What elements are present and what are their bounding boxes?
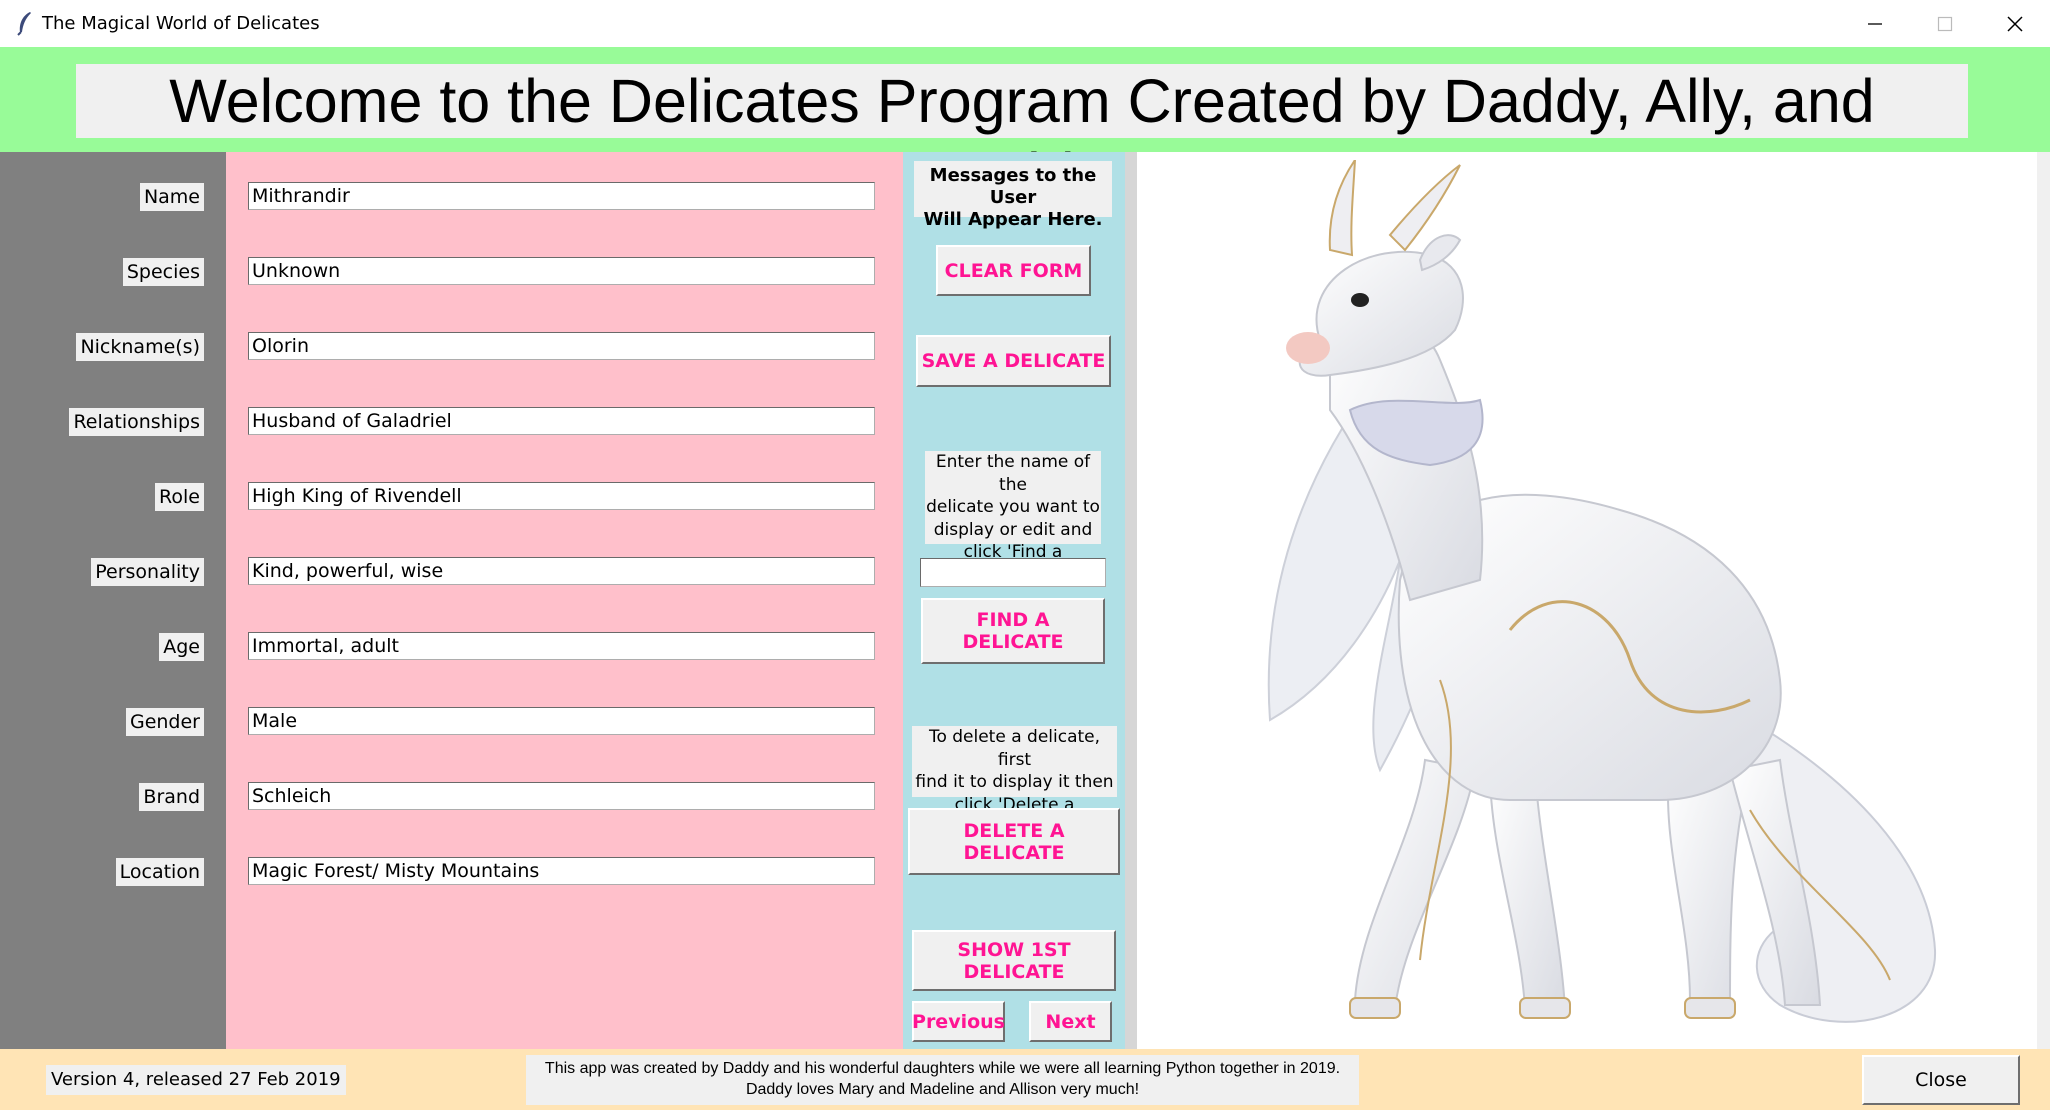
location-label: Location (115, 858, 204, 886)
previous-button[interactable]: Previous (912, 1001, 1005, 1042)
age-label: Age (159, 633, 204, 661)
relationships-field[interactable]: Husband of Galadriel (248, 407, 875, 435)
age-field[interactable]: Immortal, adult (248, 632, 875, 660)
close-button[interactable]: Close (1862, 1055, 2020, 1105)
personality-label: Personality (91, 558, 204, 586)
find-instructions: Enter the name of the delicate you want … (925, 451, 1101, 585)
relationships-label: Relationships (69, 408, 204, 436)
delete-instruction-line: To delete a delicate, first (928, 727, 1101, 770)
maximize-button[interactable] (1910, 0, 1980, 47)
gender-field[interactable]: Male (248, 707, 875, 735)
window-close-button[interactable] (1980, 0, 2050, 47)
delete-delicate-button[interactable]: DELETE A DELICATE (908, 808, 1120, 875)
brand-label: Brand (139, 783, 204, 811)
panel-divider (1125, 152, 1137, 1049)
close-icon (2007, 15, 2023, 32)
feather-icon (17, 12, 31, 36)
find-instruction-line: Enter the name of the (935, 452, 1091, 495)
nicknames-label: Nickname(s) (76, 333, 204, 361)
species-field[interactable]: Unknown (248, 257, 875, 285)
gender-label: Gender (125, 708, 204, 736)
user-message-area: Messages to the User Will Appear Here. (914, 161, 1112, 230)
next-button[interactable]: Next (1029, 1001, 1112, 1042)
role-label: Role (155, 483, 204, 511)
save-delicate-button[interactable]: SAVE A DELICATE (916, 335, 1111, 387)
credits-line: Daddy loves Mary and Madeline and Alliso… (745, 1081, 1140, 1098)
find-instruction-line: delicate you want to (926, 497, 1100, 517)
version-label: Version 4, released 27 Feb 2019 (46, 1065, 346, 1095)
image-panel-edge (2037, 152, 2050, 1049)
delicate-figurine-image (1267, 160, 1937, 1023)
fields-panel (226, 152, 903, 1049)
user-message-line: Messages to the User (929, 165, 1097, 208)
minimize-icon (1868, 22, 1882, 25)
clear-form-button[interactable]: CLEAR FORM (936, 245, 1091, 296)
show-first-delicate-button[interactable]: SHOW 1ST DELICATE (912, 930, 1116, 991)
find-delicate-button[interactable]: FIND A DELICATE (921, 598, 1105, 664)
location-field[interactable]: Magic Forest/ Misty Mountains (248, 857, 875, 885)
credits-line: This app was created by Daddy and his wo… (544, 1060, 1341, 1077)
window-title: The Magical World of Delicates (42, 13, 320, 34)
name-label: Name (139, 183, 204, 211)
minimize-button[interactable] (1840, 0, 1910, 47)
name-field[interactable]: Mithrandir (248, 182, 875, 210)
delete-instruction-line: find it to display it then (915, 772, 1114, 792)
credits-text: This app was created by Daddy and his wo… (526, 1055, 1359, 1105)
find-delicate-input[interactable] (920, 558, 1106, 587)
find-instruction-line: display or edit and (933, 519, 1093, 540)
user-message-line: Will Appear Here. (923, 209, 1103, 230)
brand-field[interactable]: Schleich (248, 782, 875, 810)
role-field[interactable]: High King of Rivendell (248, 482, 875, 510)
delete-instructions: To delete a delicate, first find it to d… (912, 726, 1117, 837)
labels-panel (0, 152, 226, 1049)
species-label: Species (122, 258, 204, 286)
nicknames-field[interactable]: Olorin (248, 332, 875, 360)
maximize-icon (1937, 16, 1953, 31)
personality-field[interactable]: Kind, powerful, wise (248, 557, 875, 585)
window-titlebar: The Magical World of Delicates (0, 0, 2050, 48)
welcome-heading: Welcome to the Delicates Program Created… (76, 64, 1968, 209)
